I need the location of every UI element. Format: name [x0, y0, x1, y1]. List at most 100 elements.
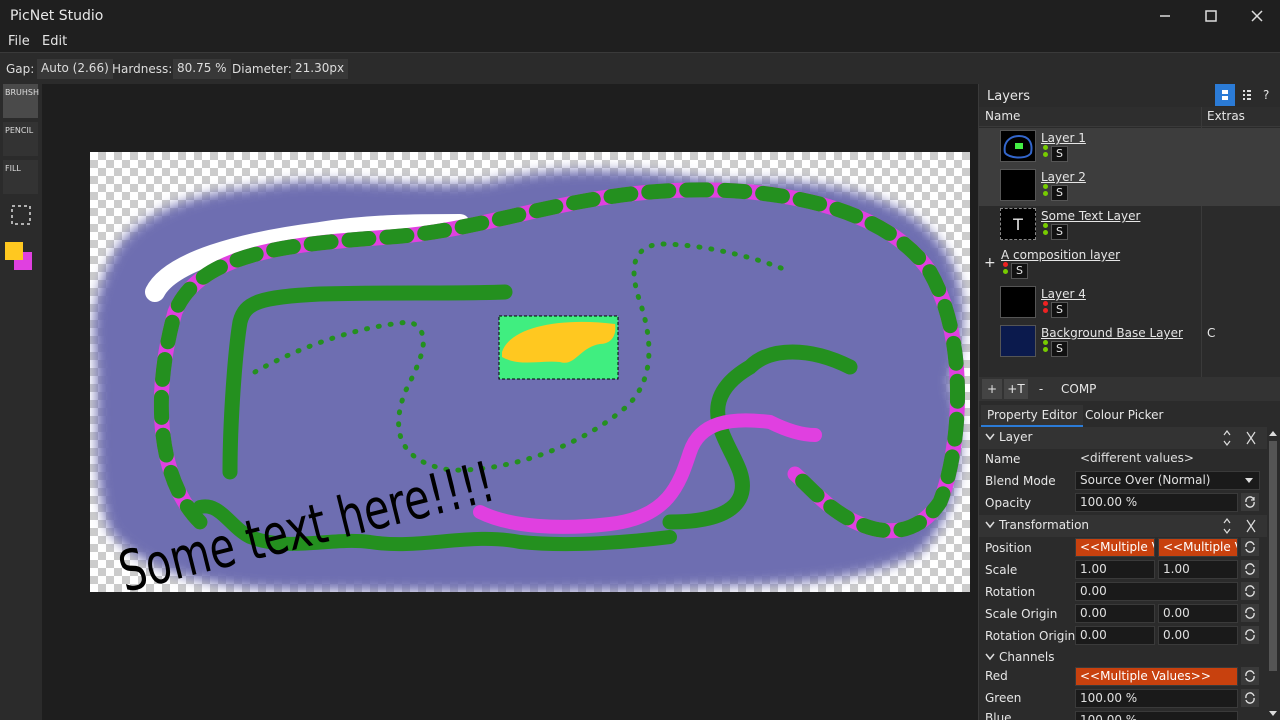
fill-tool-button[interactable]: FILL [3, 160, 38, 194]
canvas-artwork: Some text here!!!! [93, 170, 965, 592]
transformation-section-header[interactable]: Transformation [979, 515, 1267, 537]
refresh-icon [1245, 585, 1255, 597]
minimize-button[interactable] [1142, 0, 1188, 32]
layer-section-header[interactable]: Layer [979, 427, 1267, 449]
chevron-down-icon [985, 653, 995, 661]
layer-name[interactable]: A composition layer [1001, 248, 1120, 262]
minimize-icon [1160, 15, 1170, 17]
collapse-icon[interactable] [1246, 431, 1256, 445]
reset-rotation-button[interactable] [1241, 582, 1259, 600]
scale-origin-x-field[interactable]: 0.00 [1075, 604, 1155, 623]
grid-view-icon [1222, 90, 1228, 100]
dropdown-arrow-icon [1245, 478, 1253, 483]
property-scrollbar[interactable] [1268, 429, 1278, 720]
layer-name[interactable]: Some Text Layer [1041, 209, 1140, 223]
channels-section-header[interactable]: Channels [979, 648, 1267, 668]
red-channel-field[interactable]: <<Multiple Values>> [1075, 667, 1238, 686]
primary-color-swatch[interactable] [5, 242, 23, 260]
drawing-canvas[interactable]: Some text here!!!! [90, 152, 970, 592]
layer-row-2[interactable]: Layer 2 S [979, 167, 1280, 206]
rotation-origin-y-field[interactable]: 0.00 [1158, 626, 1238, 645]
layer-status-dots [1003, 262, 1009, 276]
chevron-down-icon [985, 521, 995, 529]
canvas-viewport[interactable]: Some text here!!!! [42, 84, 978, 720]
brush-tool-button[interactable]: BRUHSH [3, 84, 40, 118]
solo-button[interactable]: S [1051, 302, 1068, 318]
layer-name[interactable]: Layer 1 [1041, 131, 1086, 145]
layers-header-row: Name Extras [979, 107, 1280, 127]
vertical-resize-icon[interactable] [1223, 518, 1231, 534]
solo-button[interactable]: S [1051, 146, 1068, 162]
layer-row-3[interactable]: T Some Text Layer S [979, 206, 1280, 245]
reset-green-button[interactable] [1241, 689, 1259, 707]
scrollbar-thumb[interactable] [1269, 441, 1277, 671]
gap-field[interactable]: Auto (2.66) [37, 59, 113, 79]
pencil-tool-button[interactable]: PENCIL [3, 122, 38, 156]
opacity-field[interactable]: 100.00 % [1075, 493, 1238, 512]
reset-position-button[interactable] [1241, 538, 1259, 556]
solo-button[interactable]: S [1051, 185, 1068, 201]
remove-layer-button[interactable]: - [1031, 379, 1051, 399]
select-tool-button[interactable] [3, 198, 38, 232]
reset-scale-button[interactable] [1241, 560, 1259, 578]
scale-y-field[interactable]: 1.00 [1158, 560, 1238, 579]
blend-mode-select[interactable]: Source Over (Normal) [1075, 471, 1260, 490]
layer-row-6[interactable]: Background Base Layer S C [979, 323, 1280, 362]
green-channel-field[interactable]: 100.00 % [1075, 689, 1238, 708]
vertical-resize-icon[interactable] [1223, 430, 1231, 446]
name-column-header: Name [985, 109, 1021, 123]
list-view-toggle[interactable] [1237, 84, 1257, 106]
add-text-layer-button[interactable]: +T [1004, 379, 1028, 399]
menu-file[interactable]: File [8, 34, 30, 49]
help-button[interactable]: ? [1263, 88, 1269, 102]
layer-thumbnail [1000, 169, 1036, 201]
layer-row-1[interactable]: Layer 1 S [979, 128, 1280, 167]
maximize-button[interactable] [1188, 0, 1234, 32]
layer-row-4[interactable]: + A composition layer S [979, 245, 1280, 284]
menu-edit[interactable]: Edit [42, 34, 67, 49]
reset-red-button[interactable] [1241, 667, 1259, 685]
position-y-field[interactable]: <<Multiple Values>> [1158, 538, 1238, 557]
layer-row-5[interactable]: Layer 4 S [979, 284, 1280, 323]
composition-button[interactable]: COMP [1055, 379, 1102, 399]
blue-channel-field[interactable]: 100.00 % [1075, 711, 1238, 720]
rotation-origin-x-field[interactable]: 0.00 [1075, 626, 1155, 645]
layer-thumbnail [1000, 286, 1036, 318]
tab-colour-picker[interactable]: Colour Picker [1079, 405, 1170, 427]
hardness-field[interactable]: 80.75 % [173, 59, 231, 79]
scale-x-field[interactable]: 1.00 [1075, 560, 1155, 579]
tab-property-editor[interactable]: Property Editor [981, 405, 1084, 427]
expand-button[interactable]: + [984, 255, 996, 271]
layer-name[interactable]: Layer 2 [1041, 170, 1086, 184]
layer-status-dots [1043, 301, 1049, 315]
name-field[interactable]: <different values> [1075, 449, 1256, 468]
refresh-icon [1245, 692, 1255, 704]
close-button[interactable] [1234, 0, 1280, 32]
tool-palette: BRUHSH PENCIL FILL [0, 84, 42, 720]
collapse-icon[interactable] [1246, 519, 1256, 533]
menu-bar: File Edit [0, 32, 1280, 52]
scroll-down-icon[interactable] [1269, 711, 1277, 717]
add-layer-button[interactable]: + [982, 379, 1002, 399]
rotation-field[interactable]: 0.00 [1075, 582, 1238, 601]
layer-name[interactable]: Layer 4 [1041, 287, 1086, 301]
transformation-section-title: Transformation [999, 518, 1090, 532]
layer-status-dots [1043, 340, 1049, 354]
solo-button[interactable]: S [1051, 341, 1068, 357]
solo-button[interactable]: S [1051, 224, 1068, 240]
blue-label: Blue [985, 711, 1012, 720]
chevron-down-icon [985, 433, 995, 441]
reset-opacity-button[interactable] [1241, 493, 1259, 511]
pencil-tool-label: PENCIL [5, 126, 34, 135]
grid-view-toggle[interactable] [1215, 84, 1235, 106]
diameter-field[interactable]: 21.30px [291, 59, 349, 79]
reset-rotation-origin-button[interactable] [1241, 626, 1259, 644]
position-x-field[interactable]: <<Multiple Values>> [1075, 538, 1155, 557]
solo-button[interactable]: S [1011, 263, 1028, 279]
scroll-up-icon[interactable] [1269, 431, 1277, 437]
layer-name[interactable]: Background Base Layer [1041, 326, 1183, 340]
scale-origin-y-field[interactable]: 0.00 [1158, 604, 1238, 623]
refresh-icon [1245, 629, 1255, 641]
reset-scale-origin-button[interactable] [1241, 604, 1259, 622]
brush-tool-label: BRUHSH [5, 88, 40, 97]
